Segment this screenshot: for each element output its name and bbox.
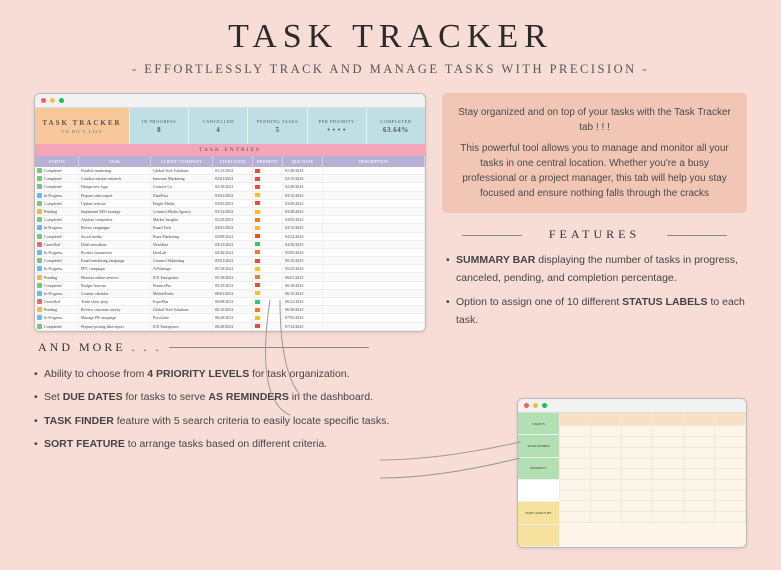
stat-box: PENDING TASKS5: [247, 108, 306, 144]
minimize-icon: [533, 403, 538, 408]
mini-side-cell: STATUS: [518, 413, 559, 435]
table-row: CancelledTrade show prepExpoPlus06/08/20…: [35, 298, 425, 306]
table-row: In ProgressManage PR campaignPressLine06…: [35, 314, 425, 322]
maximize-icon: [542, 403, 547, 408]
page-subtitle: - EFFORTLESSLY TRACK AND MANAGE TASKS WI…: [34, 62, 747, 77]
mini-side-cell: SORT TASKS BY: [518, 502, 559, 524]
feature-item: SUMMARY BAR displaying the number of tas…: [446, 252, 747, 288]
spreadsheet-window: TASK TRACKER TO DO'S LIST IN PROGRESS8CA…: [34, 93, 426, 332]
table-row: In ProgressRevise campaignsEmail Tech04/…: [35, 224, 425, 232]
intro-box: Stay organized and on top of your tasks …: [442, 93, 747, 213]
features-heading: FEATURES: [442, 227, 747, 242]
table-row: PendingImplement SEO strategyConnect Med…: [35, 208, 425, 216]
more-item: Ability to choose from 4 PRIORITY LEVELS…: [34, 365, 426, 383]
table-row: CompletedConduct market researchInnovate…: [35, 175, 425, 183]
more-features-list: Ability to choose from 4 PRIORITY LEVELS…: [34, 365, 426, 454]
table-row: In ProgressPPC campaignAdVantage05/10/20…: [35, 265, 425, 273]
minimize-icon: [50, 98, 55, 103]
table-row: CompletedAnalyze competitorMarket Insigh…: [35, 216, 425, 224]
mini-spreadsheet-window: STATUSTASK FINDERPRIORITY SORT TASKS BY: [517, 398, 747, 548]
column-header: START DATE: [213, 156, 253, 167]
stat-box: IN PROGRESS8: [129, 108, 188, 144]
sheet-title-tile: TASK TRACKER TO DO'S LIST: [35, 108, 129, 144]
intro-body: This powerful tool allows you to manage …: [458, 141, 731, 201]
column-header: TASK: [79, 156, 151, 167]
table-row: CompletedBudget forecastFinancePro05/25/…: [35, 282, 425, 290]
and-more-heading: AND MORE . . .: [34, 340, 426, 355]
table-row: CompletedUpdate websiteBright Media03/05…: [35, 200, 425, 208]
table-row: CompletedSocial mediaBuzz Marketing04/08…: [35, 233, 425, 241]
mini-side-cell: PRIORITY: [518, 458, 559, 480]
more-item: SORT FEATURE to arrange tasks based on d…: [34, 435, 426, 453]
more-item: TASK FINDER feature with 5 search criter…: [34, 412, 426, 430]
table-row: In ProgressProduct brainstormIdeaLab04/2…: [35, 249, 425, 257]
stat-box: CANCELLED4: [188, 108, 247, 144]
table-row: In ProgressPrepare sales reportDataFirst…: [35, 192, 425, 200]
page-title: TASK TRACKER: [34, 18, 747, 56]
stat-box: COMPLETED63.64%: [366, 108, 425, 144]
feature-item: Option to assign one of 10 different STA…: [446, 294, 747, 330]
table-row: CancelledDraft newsletterNewsline04/15/2…: [35, 241, 425, 249]
mini-side-cell: [518, 480, 559, 502]
column-header: DESCRIPTION: [323, 156, 425, 167]
task-entries-heading: TASK ENTRIES: [35, 144, 425, 156]
mini-side-cell: [518, 525, 559, 547]
table-row: PendingMonitor online reviewsICE Enterpr…: [35, 273, 425, 281]
column-header: DUE DATE: [283, 156, 323, 167]
table-row: CompletedFinalize marketingGlobal Tech S…: [35, 167, 425, 175]
column-header: CLIENT / COMPANY: [151, 156, 213, 167]
table-row: CompletedDesign new logoCreative Co.02/1…: [35, 183, 425, 191]
mini-side-cell: TASK FINDER: [518, 435, 559, 457]
features-list: SUMMARY BAR displaying the number of tas…: [442, 252, 747, 335]
close-icon: [41, 98, 46, 103]
maximize-icon: [59, 98, 64, 103]
close-icon: [524, 403, 529, 408]
stat-box: PER PRIORITY• • • •: [307, 108, 366, 144]
column-header: PRIORITY: [253, 156, 283, 167]
table-row: In ProgressContent calendarMediaWorks06/…: [35, 290, 425, 298]
intro-lead: Stay organized and on top of your tasks …: [458, 105, 731, 135]
window-titlebar: [35, 94, 425, 108]
table-row: CompletedPrepare pricing data reportICE …: [35, 323, 425, 331]
table-row: PendingReview customer surveyGlobal Tech…: [35, 306, 425, 314]
more-item: Set DUE DATES for tasks to serve AS REMI…: [34, 388, 426, 406]
column-header: STATUS: [35, 156, 79, 167]
table-row: CompletedEmail marketing campaignConnect…: [35, 257, 425, 265]
